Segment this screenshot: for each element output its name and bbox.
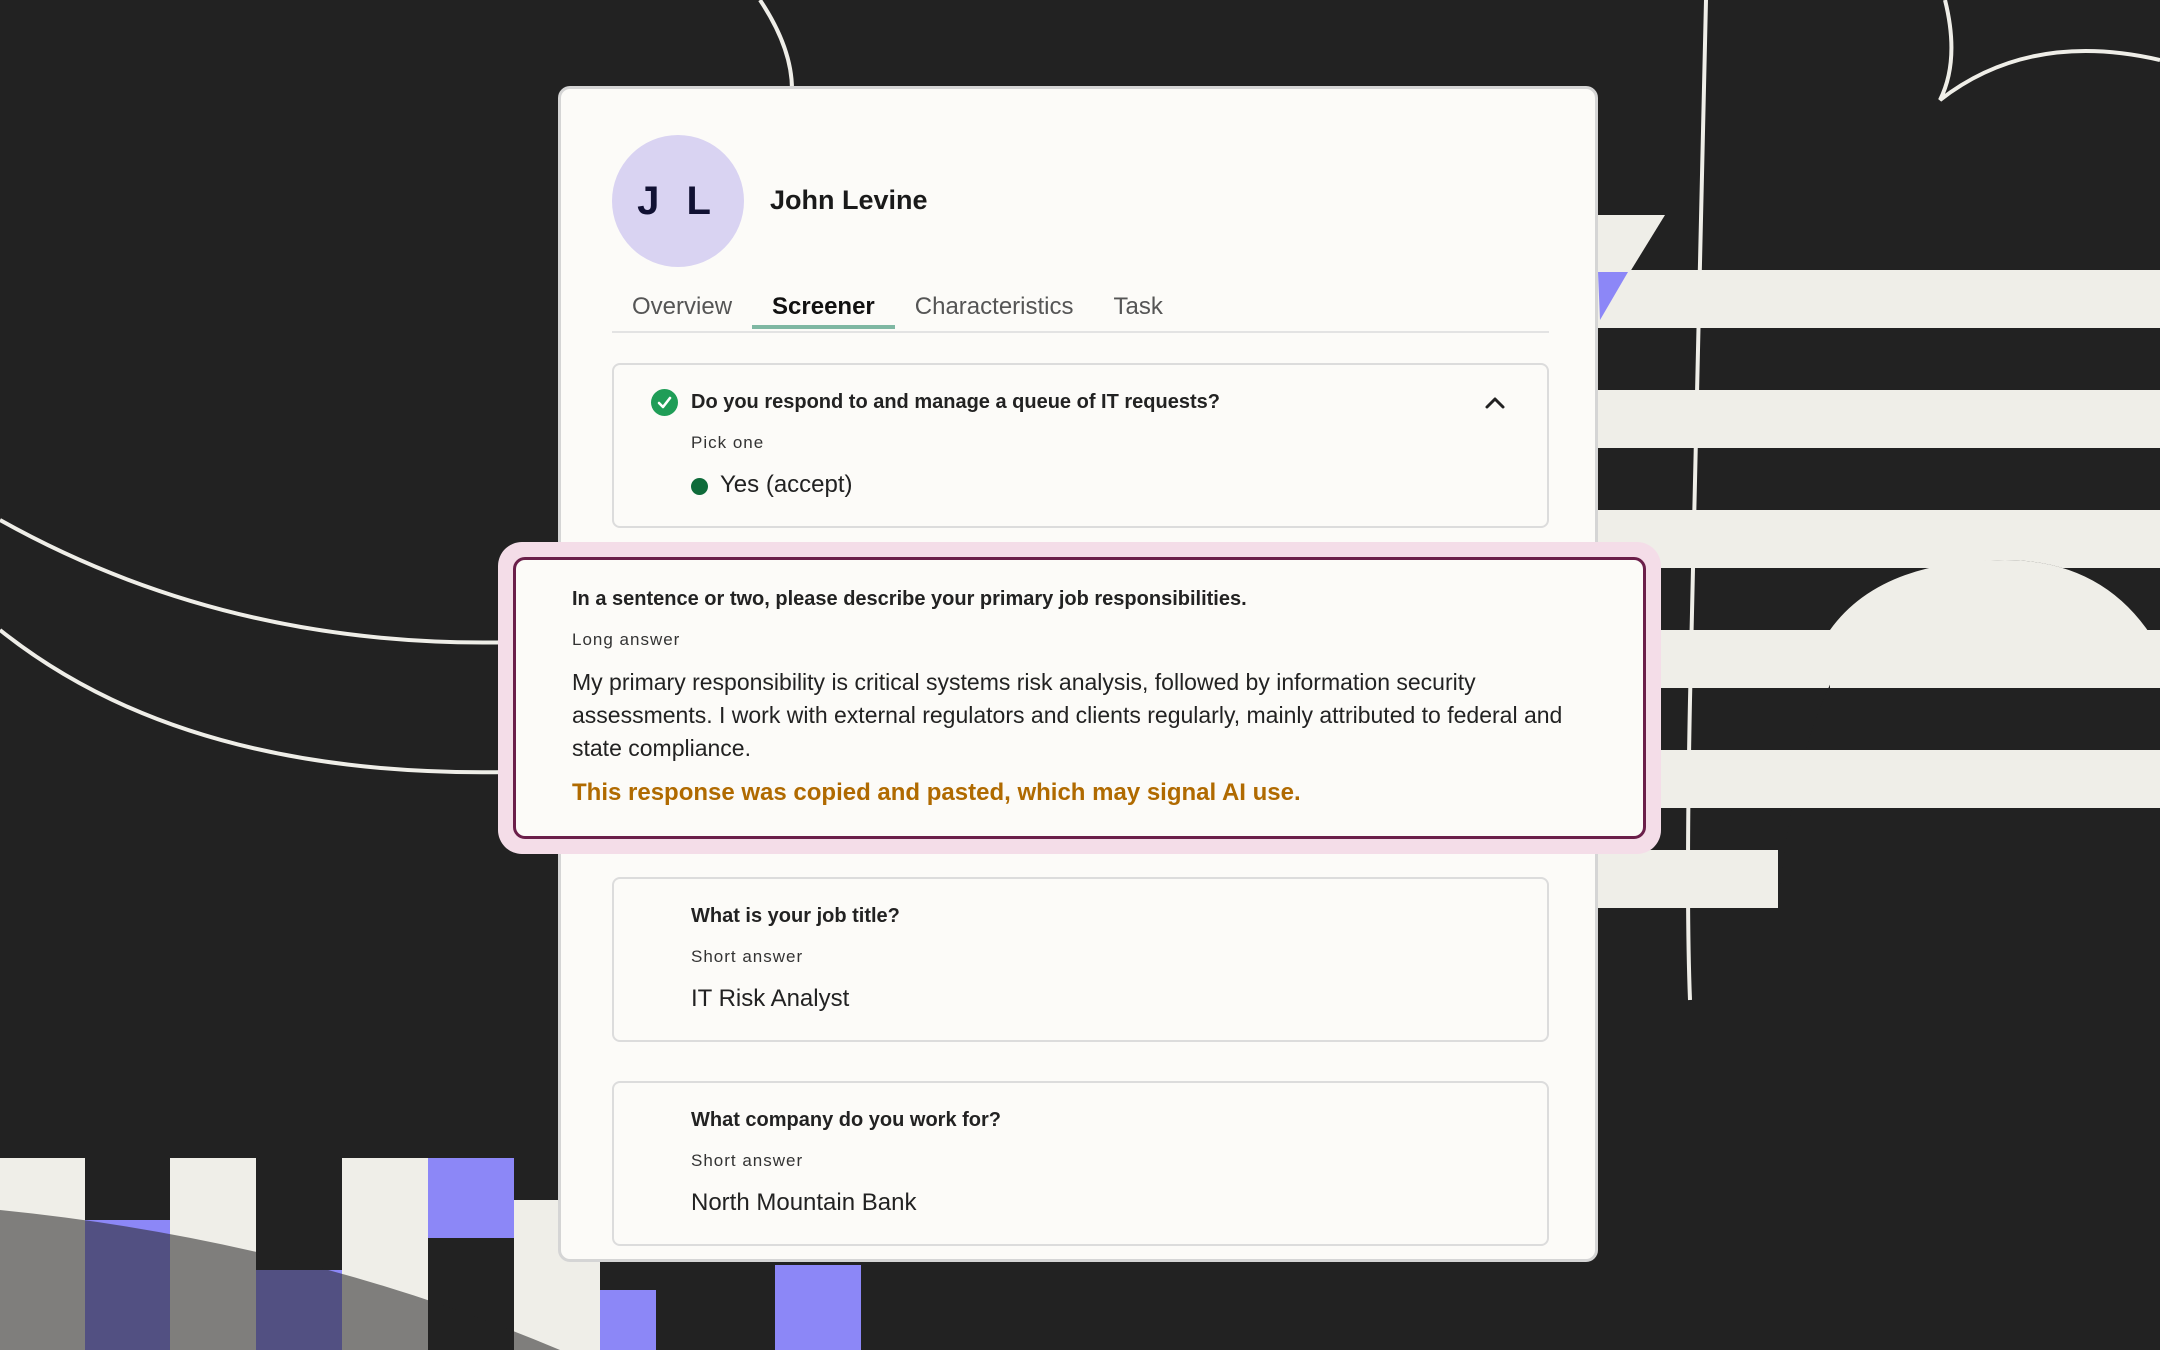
tab-bar: Overview Screener Characteristics Task — [612, 285, 1549, 333]
question-answer: IT Risk Analyst — [691, 985, 850, 1012]
avatar: J L — [612, 135, 744, 267]
chevron-up-icon[interactable] — [1483, 391, 1507, 415]
question-answer: My primary responsibility is critical sy… — [572, 669, 1563, 761]
question-type: Short answer — [691, 947, 804, 966]
tab-task[interactable]: Task — [1094, 285, 1183, 329]
flagged-response-highlight: In a sentence or two, please describe yo… — [498, 542, 1661, 854]
question-card-job-responsibilities: In a sentence or two, please describe yo… — [513, 557, 1646, 839]
tab-screener[interactable]: Screener — [752, 285, 895, 329]
question-title: What company do you work for? — [691, 1109, 1002, 1131]
check-circle-icon — [651, 389, 678, 416]
tab-characteristics[interactable]: Characteristics — [895, 285, 1094, 329]
question-title: In a sentence or two, please describe yo… — [572, 588, 1247, 610]
question-title: What is your job title? — [691, 905, 900, 927]
ai-use-warning: This response was copied and pasted, whi… — [572, 779, 1301, 806]
question-type: Short answer — [691, 1151, 804, 1170]
question-type: Long answer — [572, 630, 681, 649]
question-card-it-requests: Do you respond to and manage a queue of … — [612, 363, 1549, 528]
tab-overview[interactable]: Overview — [612, 285, 752, 329]
question-card-job-title: What is your job title? Short answer IT … — [612, 877, 1549, 1042]
participant-name: John Levine — [770, 185, 928, 215]
question-type: Pick one — [691, 433, 765, 452]
question-title: Do you respond to and manage a queue of … — [691, 391, 1220, 413]
question-card-company: What company do you work for? Short answ… — [612, 1081, 1549, 1246]
question-answer: North Mountain Bank — [691, 1189, 917, 1216]
selected-option-dot — [691, 478, 708, 495]
question-answer: Yes (accept) — [720, 471, 853, 498]
